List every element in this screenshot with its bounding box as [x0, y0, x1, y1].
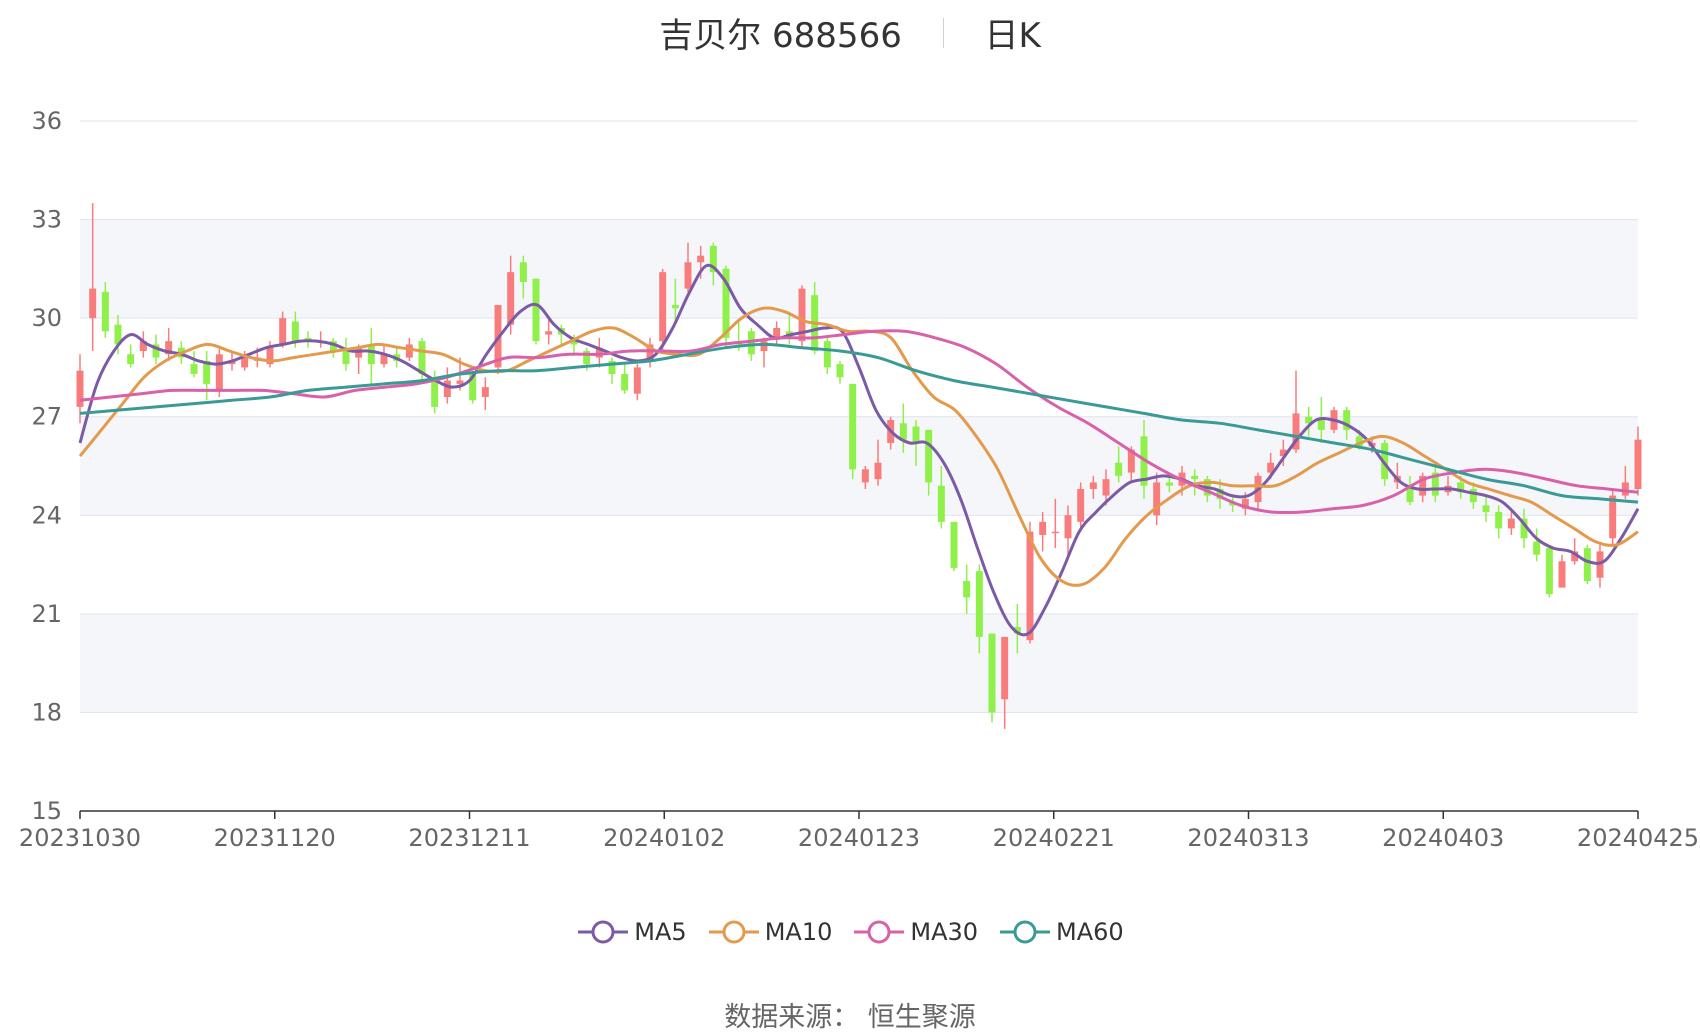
- x-tick-label: 20231120: [214, 824, 336, 852]
- y-tick-label: 33: [31, 206, 62, 234]
- candle-body: [975, 571, 983, 637]
- candlestick-chart: 15 18 21 24 27 30 33 36 20231030 20231120 2023121…: [19, 107, 1699, 852]
- candle-body: [190, 364, 198, 374]
- candle-body: [697, 255, 705, 263]
- background-band: [80, 219, 1638, 319]
- candle-body: [545, 331, 553, 335]
- x-tick-label: 20240102: [603, 824, 725, 852]
- legend-item-ma60[interactable]: MA60: [998, 917, 1124, 946]
- x-tick-label: 20240425: [1577, 824, 1699, 852]
- candle-body: [950, 521, 958, 568]
- data-source-note: 数据来源： 恒生聚源: [724, 1002, 976, 1033]
- candle-body: [1064, 515, 1072, 539]
- candle-body: [1102, 479, 1110, 496]
- y-tick-label: 18: [31, 698, 62, 726]
- candle-body: [1039, 521, 1047, 535]
- x-tick-label: 20240123: [798, 824, 920, 852]
- candle-body: [1191, 475, 1199, 480]
- candle-body: [1051, 531, 1059, 534]
- candle-body: [1621, 482, 1629, 496]
- x-tick-label: 20240221: [993, 824, 1115, 852]
- candle-body: [823, 341, 831, 368]
- candle-body: [1077, 489, 1085, 522]
- candle-body: [456, 380, 464, 384]
- candle-body: [899, 423, 907, 440]
- candle-body: [671, 305, 679, 309]
- candle-body: [532, 278, 540, 342]
- candle-body: [1634, 439, 1642, 489]
- legend-marker-icon: [1000, 920, 1051, 943]
- candle-body: [101, 291, 109, 332]
- y-tick-label: 27: [31, 403, 62, 431]
- y-axis: 15 18 21 24 27 30 33 36: [31, 107, 62, 825]
- candle-body: [1482, 505, 1490, 512]
- legend: MA5 MA10 MA30 MA60: [0, 916, 1700, 946]
- candle-body: [1495, 512, 1503, 529]
- legend-label: MA5: [634, 917, 687, 946]
- candle-body: [621, 374, 629, 391]
- background-bands: [80, 219, 1638, 713]
- candle-body: [1558, 561, 1566, 588]
- candle-body: [443, 380, 451, 397]
- candle-body: [836, 364, 844, 378]
- candle-body: [1533, 541, 1541, 555]
- legend-marker-icon: [854, 920, 905, 943]
- candle-body: [1507, 518, 1515, 529]
- candle-body: [988, 633, 996, 713]
- candle-body: [659, 272, 667, 342]
- y-tick-label: 30: [31, 304, 62, 332]
- candle-body: [481, 387, 489, 397]
- legend-item-ma10[interactable]: MA10: [707, 917, 833, 946]
- y-tick-label: 36: [31, 107, 62, 135]
- candle-body: [1089, 482, 1097, 489]
- candle-body: [241, 357, 249, 368]
- candle-body: [89, 288, 97, 319]
- candle-body: [519, 262, 527, 282]
- candle-body: [684, 262, 692, 289]
- candle-body: [1001, 636, 1009, 700]
- candle-body: [760, 341, 768, 351]
- candle-body: [127, 354, 135, 365]
- candle-body: [1469, 489, 1477, 503]
- candle-body: [215, 354, 223, 391]
- legend-item-ma5[interactable]: MA5: [576, 917, 687, 946]
- legend-marker-icon: [578, 920, 629, 943]
- candle-body: [1026, 531, 1034, 641]
- candle-body: [1317, 420, 1325, 430]
- candle-body: [925, 429, 933, 483]
- x-axis: 20231030 20231120 20231211 20240102 20240123…: [19, 810, 1699, 852]
- candle-body: [279, 318, 287, 345]
- x-tick-label: 20231030: [19, 824, 141, 852]
- candle-body: [291, 321, 299, 342]
- candle-body: [912, 426, 920, 443]
- candle-body: [1545, 548, 1553, 595]
- x-tick-label: 20240313: [1187, 824, 1309, 852]
- legend-label: MA10: [764, 917, 833, 946]
- candle-body: [1165, 482, 1173, 486]
- legend-item-ma30[interactable]: MA30: [852, 917, 978, 946]
- candle-body: [849, 383, 857, 470]
- legend-label: MA60: [1056, 917, 1124, 946]
- candle-body: [1609, 495, 1617, 539]
- x-tick-label: 20240403: [1382, 824, 1504, 852]
- candle-body: [963, 581, 971, 598]
- candle-body: [1583, 548, 1591, 581]
- legend-marker-icon: [708, 920, 759, 943]
- candle-body: [861, 469, 869, 483]
- y-tick-label: 15: [31, 797, 62, 825]
- candle-body: [874, 462, 882, 480]
- y-tick-label: 21: [31, 600, 62, 628]
- legend-label: MA30: [910, 917, 979, 946]
- x-tick-label: 20231211: [408, 824, 530, 852]
- candle-body: [633, 367, 641, 394]
- candle-body: [418, 341, 426, 374]
- y-tick-label: 24: [31, 501, 62, 529]
- candle-body: [1115, 462, 1123, 476]
- background-band: [80, 416, 1638, 516]
- candle-body: [367, 344, 375, 365]
- background-band: [80, 613, 1638, 713]
- candle-body: [937, 485, 945, 522]
